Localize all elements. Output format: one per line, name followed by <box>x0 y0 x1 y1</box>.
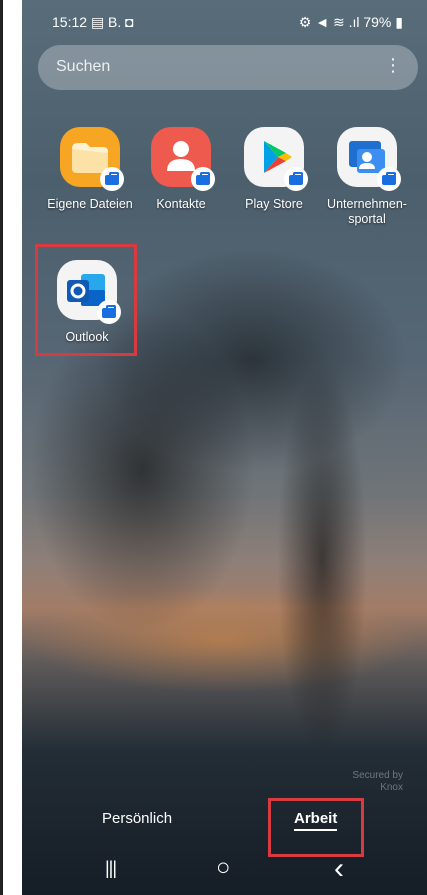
work-profile-badge-icon <box>97 300 121 324</box>
notification-icons: ▤ B. ◘ <box>90 14 134 30</box>
knox-line2: Knox <box>380 782 403 793</box>
app-label: Play Store <box>245 197 303 211</box>
navigation-bar: ||| ○ ‹ <box>22 852 427 888</box>
signal-icons: ⚙ ◄ ≋ .ıl <box>298 14 360 30</box>
search-placeholder: Suchen <box>56 58 111 75</box>
app-label: Kontakte <box>156 197 206 211</box>
play-store-icon <box>244 127 308 191</box>
battery-text: 79% <box>363 14 392 30</box>
battery-icon: ▮ <box>395 14 403 30</box>
knox-line1: Secured by <box>352 770 403 781</box>
search-bar[interactable]: Suchen ⋮ <box>38 45 418 90</box>
app-label-line1: Unternehmen- <box>327 197 407 211</box>
work-profile-badge-icon <box>377 167 401 191</box>
app-play-store[interactable]: Play Store <box>229 127 319 237</box>
app-unternehmensportal[interactable]: Unternehmen- sportal <box>322 127 412 237</box>
folder-icon <box>60 127 124 191</box>
app-label: Outlook <box>65 330 109 344</box>
status-bar: 15:12 ▤ B. ◘ ⚙ ◄ ≋ .ıl 79% ▮ <box>22 14 427 36</box>
time-text: 15:12 <box>52 14 88 30</box>
phone-screen: 15:12 ▤ B. ◘ ⚙ ◄ ≋ .ıl 79% ▮ Suchen ⋮ Ei… <box>22 0 427 895</box>
app-kontakte[interactable]: Kontakte <box>136 127 226 237</box>
work-tab-highlight-box <box>268 798 364 857</box>
work-profile-badge-icon <box>191 167 215 191</box>
app-label: Unternehmen- sportal <box>314 197 420 227</box>
outlook-icon <box>57 260 121 324</box>
recent-apps-icon[interactable]: ||| <box>105 858 117 879</box>
tab-personal[interactable]: Persönlich <box>102 810 172 827</box>
home-icon[interactable]: ○ <box>216 854 231 882</box>
more-options-icon[interactable]: ⋮ <box>384 55 402 76</box>
work-profile-badge-icon <box>100 167 124 191</box>
profile-tabs: Persönlich Arbeit <box>22 810 427 840</box>
knox-watermark: Secured by Knox <box>352 770 403 794</box>
app-outlook[interactable]: Outlook <box>42 260 132 350</box>
app-eigene-dateien[interactable]: Eigene Dateien <box>45 127 135 237</box>
status-right: ⚙ ◄ ≋ .ıl 79% ▮ <box>299 14 403 31</box>
left-border <box>0 0 3 895</box>
status-time: 15:12 ▤ B. ◘ <box>52 14 134 31</box>
back-icon[interactable]: ‹ <box>334 852 344 886</box>
company-portal-icon <box>337 127 401 191</box>
app-label-line2: sportal <box>348 212 386 226</box>
contact-icon <box>151 127 215 191</box>
work-profile-badge-icon <box>284 167 308 191</box>
